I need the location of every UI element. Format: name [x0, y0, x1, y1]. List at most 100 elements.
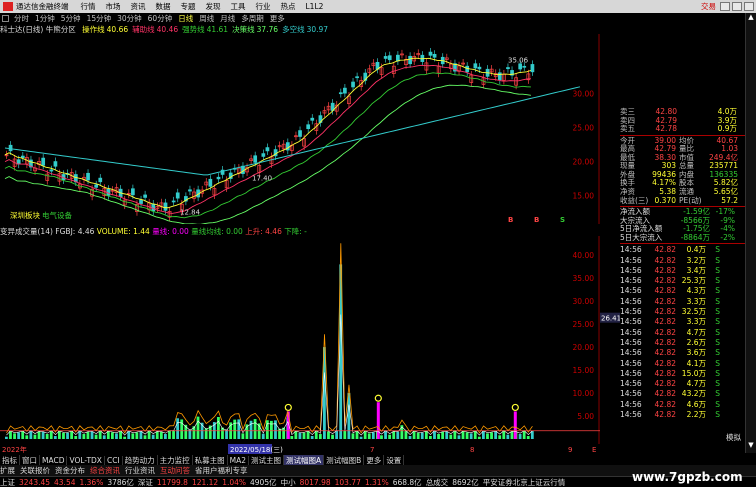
tab-ma2[interactable]: MA2: [228, 455, 250, 465]
tab-test-main[interactable]: 测试主图: [249, 455, 285, 465]
trade-button[interactable]: 交易: [701, 1, 716, 12]
price-chart[interactable]: 30.00 25.00 20.00 15.00 35.06 12.84 17.40 深圳板块电…: [0, 34, 600, 224]
indicator-name[interactable]: 牛熊分区: [46, 25, 76, 34]
tab-more[interactable]: 更多: [364, 455, 385, 465]
tick-side: S: [715, 410, 720, 419]
menu-tools[interactable]: 工具: [231, 1, 246, 12]
tab-private-main[interactable]: 私募主图: [193, 455, 228, 465]
close-icon[interactable]: [744, 2, 754, 11]
menu-market[interactable]: 行情: [81, 1, 96, 12]
menu-discover[interactable]: 发现: [206, 1, 221, 12]
ma-line: [4, 64, 531, 214]
volume-axis-label: 35.00: [573, 274, 595, 283]
tick-row: 14:56 42.82 3.3万 S: [620, 317, 745, 327]
period-more[interactable]: 更多: [270, 13, 285, 24]
scroll-down-icon[interactable]: ▼: [746, 441, 756, 449]
tab-trend-power[interactable]: 趋势动力: [123, 455, 158, 465]
toolbar-general-news[interactable]: 综合资讯: [90, 465, 120, 476]
date-axis-label: 2022年: [2, 445, 27, 454]
menu-hotspot[interactable]: 热点: [281, 1, 296, 12]
tab-macd[interactable]: MACD: [40, 455, 68, 465]
toolbar-qa[interactable]: 互动问答: [160, 465, 190, 476]
candle-body: [306, 124, 311, 130]
price-axis-label: 30.00: [573, 90, 595, 99]
toolbar-industry-news[interactable]: 行业资讯: [125, 465, 155, 476]
scroll-up-icon[interactable]: ▲: [746, 13, 756, 21]
menu-data[interactable]: 数据: [156, 1, 171, 12]
toolbar-fund-dist[interactable]: 资金分布: [55, 465, 85, 476]
indicator-tab-bar: 指标 窗口 MACD VOL-TDX CCI 趋势动力 主力监控 私募主图 MA…: [0, 455, 625, 465]
date-axis: 2022年 2022/05/18(三) 7 8 9 E: [0, 444, 600, 454]
tab-indicator[interactable]: 指标: [0, 455, 20, 465]
volume-bar: [111, 432, 114, 439]
candle-body: [408, 55, 412, 65]
volume-bar: [172, 430, 175, 439]
volume-bar: [123, 436, 127, 439]
tick-price: 42.82: [654, 296, 676, 306]
volume-axis-label: 25.00: [573, 320, 595, 329]
period-intraday[interactable]: 分时: [14, 13, 29, 24]
menu-l1l2[interactable]: L1L2: [306, 2, 324, 11]
period-15min[interactable]: 15分钟: [87, 13, 112, 24]
tick-volume: 3.4万: [686, 265, 706, 275]
period-60min[interactable]: 60分钟: [148, 13, 173, 24]
period-daily[interactable]: 日线: [178, 13, 193, 24]
tick-mode-label[interactable]: 模拟: [726, 432, 741, 443]
zx-index-label[interactable]: 中小: [281, 477, 296, 487]
sh-index-label[interactable]: 上证: [0, 477, 15, 487]
tab-settings[interactable]: 设置: [384, 455, 405, 465]
tick-price: 42.82: [654, 276, 676, 286]
tab-cci[interactable]: CCI: [105, 455, 123, 465]
signal-circle: [374, 394, 382, 402]
tick-row: 14:56 42.82 25.3万 S: [620, 276, 745, 286]
period-30min[interactable]: 30分钟: [117, 13, 142, 24]
tab-test-a[interactable]: 测试幅图A: [284, 455, 325, 465]
volume-bar: [217, 416, 220, 439]
ma-line: [4, 84, 531, 224]
sub-indicator-name[interactable]: 变异成交量(14): [0, 227, 53, 236]
tick-row: 14:56 42.82 3.3万 S: [620, 297, 745, 307]
toolbar-expand[interactable]: 扩展: [0, 465, 15, 476]
fall-value: 下降: -: [284, 227, 307, 236]
ask-row[interactable]: 卖五 42.78 0.9万: [620, 124, 745, 134]
volume-bar: [164, 433, 167, 439]
flow-pct: -2%: [720, 232, 735, 242]
period-weekly[interactable]: 周线: [199, 13, 214, 24]
candle-body: [139, 199, 143, 204]
tick-row: 14:56 42.82 3.2万 S: [620, 256, 745, 266]
volume-bar: [261, 433, 265, 439]
volume-chart[interactable]: 40.00 35.00 30.00 25.00 20.00 15.00 10.00 5.00 2…: [0, 236, 620, 444]
volume-bar: [392, 431, 396, 439]
tab-test-b[interactable]: 测试幅图B: [324, 455, 365, 465]
candle-body: [216, 176, 221, 180]
volume-average-line: [6, 314, 533, 436]
tick-volume: 3.2万: [686, 255, 706, 265]
menu-stock-market[interactable]: 市场: [106, 1, 121, 12]
tick-price: 42.82: [654, 399, 676, 409]
toolbar-user-benefits[interactable]: 省用户福利专享: [195, 465, 248, 476]
fgbj-value: FGBJ: 4.46: [55, 227, 95, 236]
minimize-icon[interactable]: [720, 2, 730, 11]
candle-body: [497, 72, 502, 81]
toolbar-related-quote[interactable]: 关联报价: [20, 465, 50, 476]
tab-vol-tdx[interactable]: VOL-TDX: [67, 455, 105, 465]
period-1min[interactable]: 1分钟: [35, 13, 55, 24]
tab-main-monitor[interactable]: 主力监控: [158, 455, 193, 465]
tick-time: 14:56: [620, 389, 642, 399]
tick-row: 14:56 42.82 4.1万 S: [620, 359, 745, 369]
maximize-icon[interactable]: [732, 2, 742, 11]
menu-news[interactable]: 资讯: [131, 1, 146, 12]
menu-industry[interactable]: 行业: [256, 1, 271, 12]
sector-label: 深圳板块: [10, 210, 40, 220]
tab-window[interactable]: 窗口: [20, 455, 40, 465]
side-scrollbar[interactable]: ▲ ▼: [745, 13, 756, 453]
tick-volume: 32.5万: [681, 307, 706, 317]
volume-bar: [274, 420, 277, 439]
period-checkbox-icon[interactable]: [2, 14, 9, 22]
tick-row: 14:56 42.82 3.4万 S: [620, 266, 745, 276]
period-monthly[interactable]: 月线: [220, 13, 235, 24]
sz-index-label[interactable]: 深证: [138, 477, 153, 487]
period-5min[interactable]: 5分钟: [61, 13, 81, 24]
menu-topic[interactable]: 专题: [181, 1, 196, 12]
period-multi[interactable]: 多周期: [241, 13, 264, 24]
